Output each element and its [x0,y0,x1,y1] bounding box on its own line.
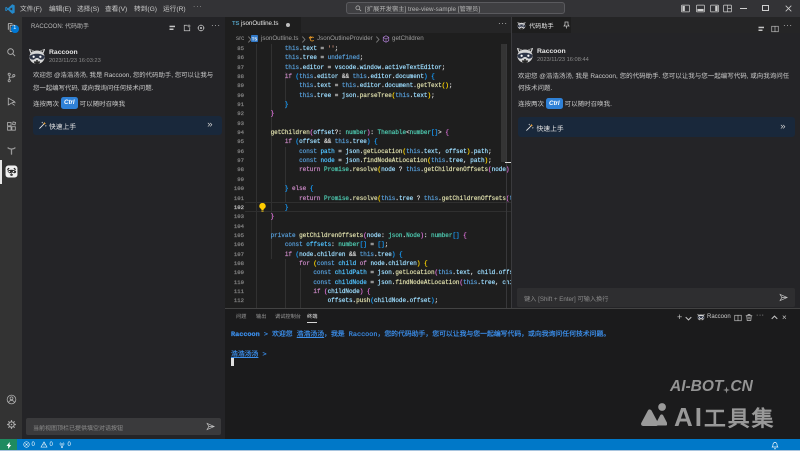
svg-text:TS: TS [252,36,258,41]
